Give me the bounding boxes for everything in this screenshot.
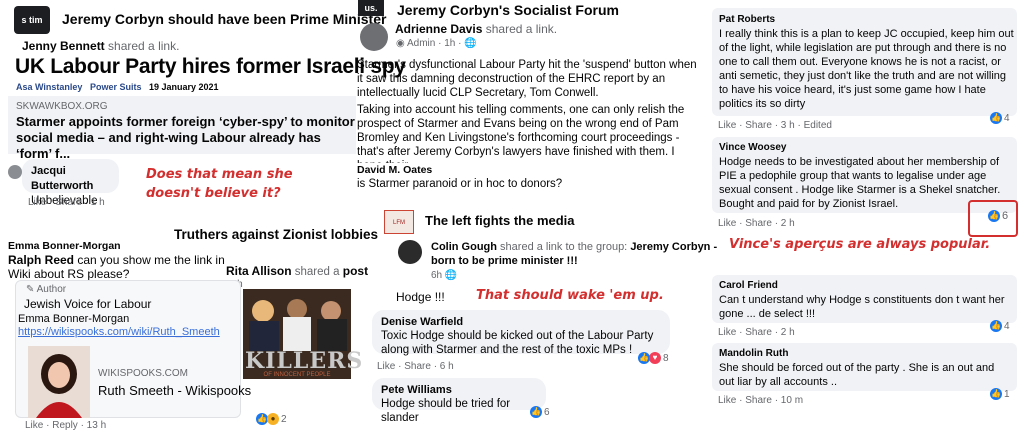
- reaction-count[interactable]: 👍 1: [990, 388, 1010, 400]
- annotation: Vince's aperçus are always popular.: [729, 237, 991, 252]
- jvl-title[interactable]: Jewish Voice for Labour: [24, 297, 151, 311]
- comment-actions[interactable]: Like · Share · 2 h: [718, 218, 795, 229]
- group-title-2[interactable]: The left fights the media: [425, 213, 575, 228]
- comment-content: Mandolin Ruth She should be forced out o…: [719, 347, 1011, 389]
- pin-icon: ✎: [26, 284, 35, 295]
- globe-icon: 🌐: [464, 38, 477, 49]
- colin-action: shared a link to the group:: [500, 241, 628, 253]
- byline-date: 19 January 2021: [149, 82, 219, 92]
- group-logo[interactable]: us.: [358, 0, 384, 16]
- comment-actions[interactable]: Like · Share · 1 h: [28, 197, 105, 208]
- link-title[interactable]: Starmer appoints former foreign ‘cyber-s…: [16, 114, 356, 162]
- comment-text: is Starmer paranoid or in hoc to donors?: [357, 178, 563, 190]
- portrait-image: [36, 354, 82, 418]
- emma-name[interactable]: Emma Bonner-Morgan: [18, 313, 129, 325]
- share-line: Jenny Bennett shared a link.: [22, 39, 179, 53]
- comment-content: Carol Friend Can t understand why Hodge …: [719, 279, 1011, 321]
- comment-content: Vince Woosey Hodge needs to be investiga…: [719, 141, 1011, 211]
- wiki-thumbnail[interactable]: [28, 346, 90, 418]
- sharer-action: shared a link.: [108, 39, 180, 53]
- comment-bubble: Pete Williams Hodge should be tried for …: [372, 378, 546, 424]
- avatar[interactable]: [8, 165, 22, 179]
- author-label: ✎ Author: [26, 284, 67, 295]
- like-icon: 👍: [990, 388, 1002, 400]
- comment-actions[interactable]: Like · Share · 2 h: [718, 327, 795, 338]
- wiki-title[interactable]: Ruth Smeeth - Wikispooks: [98, 383, 251, 398]
- heart-icon: ♥: [649, 352, 661, 364]
- comment-author[interactable]: Mandolin Ruth: [719, 347, 1011, 361]
- reply-mention[interactable]: Ralph Reed: [8, 253, 74, 267]
- comment-bubble: Denise Warfield Toxic Hodge should be ki…: [372, 310, 670, 356]
- post-paragraph: Taking into account his telling comments…: [357, 104, 685, 163]
- group2-logo[interactable]: LFM: [384, 210, 414, 234]
- comment-author[interactable]: Pete Williams: [381, 383, 537, 397]
- reaction-count[interactable]: 👍 6: [530, 406, 550, 418]
- avatar[interactable]: [398, 240, 422, 264]
- link-domain: SKWAWKBOX.ORG: [16, 101, 108, 112]
- article-headline[interactable]: UK Labour Party hires former Israeli spy: [15, 55, 406, 79]
- comment-content: Pat Roberts I really think this is a pla…: [719, 13, 1014, 111]
- comment-overlay: David M. Oates is Starmer paranoid or in…: [357, 163, 702, 191]
- byline-author[interactable]: Asa Winstanley: [16, 82, 82, 92]
- colin-name[interactable]: Colin Gough: [431, 241, 497, 253]
- like-icon: 👍: [990, 320, 1002, 332]
- comment-author[interactable]: Emma Bonner-Morgan: [8, 239, 248, 253]
- comment-author[interactable]: Jacqui Butterworth: [31, 164, 110, 194]
- comment-author[interactable]: Denise Warfield: [381, 315, 661, 329]
- sharer-name[interactable]: Adrienne Davis: [395, 22, 482, 36]
- byline-section[interactable]: Power Suits: [90, 82, 142, 92]
- comment-text: Toxic Hodge should be kicked out of the …: [381, 330, 654, 356]
- like-icon: 👍: [988, 210, 1000, 222]
- post-text: Hodge !!!: [396, 290, 445, 304]
- shield-icon: ◉: [396, 38, 405, 49]
- group-title[interactable]: Jeremy Corbyn should have been Prime Min…: [62, 11, 386, 27]
- reply-comment: Emma Bonner-Morgan Ralph Reed can you sh…: [8, 239, 248, 281]
- comment-text: Hodge needs to be investigated about her…: [719, 156, 1001, 210]
- rita-share-line: Rita Allison shared a post: [226, 264, 368, 278]
- comment-actions[interactable]: Like · Share · 3 h · Edited: [718, 120, 832, 131]
- comment-author[interactable]: Carol Friend: [719, 279, 1011, 293]
- comment-text: She should be forced out of the party . …: [719, 362, 995, 388]
- reaction-count[interactable]: 👍 6: [988, 210, 1008, 222]
- like-icon: 👍: [530, 406, 542, 418]
- sharer-action: shared a link.: [485, 22, 558, 36]
- globe-icon: 🌐: [444, 270, 458, 281]
- comment-author[interactable]: David M. Oates: [357, 163, 702, 177]
- reaction-count[interactable]: 👍 4: [990, 320, 1010, 332]
- rita-name[interactable]: Rita Allison: [226, 264, 292, 278]
- comment-text: Can t understand why Hodge s constituent…: [719, 294, 1005, 320]
- comment-author[interactable]: Vince Woosey: [719, 141, 1011, 155]
- reaction-count[interactable]: 👍 ♥ 8: [638, 352, 669, 364]
- comment-text: I really think this is a plan to keep JC…: [719, 28, 1014, 110]
- comment-bubble: Jacqui Butterworth Unbelievable: [22, 159, 119, 207]
- wiki-link[interactable]: https://wikispooks.com/wiki/Ruth_Smeeth: [18, 326, 220, 338]
- poster-text: KILLERS: [245, 348, 364, 374]
- post-paragraph: Starmer's dysfunctional Labour Party hit…: [357, 59, 697, 99]
- poster-subtext: OF INNOCENT PEOPLE: [263, 372, 331, 378]
- rita-post[interactable]: post: [343, 264, 368, 278]
- reaction-count[interactable]: 👍 4: [990, 112, 1010, 124]
- colin-time[interactable]: 6h 🌐: [431, 270, 457, 281]
- post-meta: ◉ Admin · 1h · 🌐: [396, 38, 477, 49]
- annotation: That should wake 'em up.: [476, 288, 664, 303]
- comment-text: Hodge should be tried for slander: [381, 398, 511, 424]
- like-icon: 👍: [990, 112, 1002, 124]
- colin-share-line: Colin Gough shared a link to the group: …: [431, 240, 721, 268]
- comment-actions[interactable]: Like · Share · 10 m: [718, 395, 803, 406]
- wiki-domain: WIKISPOOKS.COM: [98, 368, 189, 379]
- avatar[interactable]: [360, 23, 388, 51]
- wow-icon: ●: [267, 413, 279, 425]
- article-byline: Asa Winstanley Power Suits 19 January 20…: [16, 82, 219, 92]
- group-title[interactable]: Jeremy Corbyn's Socialist Forum: [397, 2, 619, 18]
- rita-action: shared a: [294, 266, 340, 278]
- comment-author[interactable]: Pat Roberts: [719, 13, 1014, 27]
- share-line: Adrienne Davis shared a link.: [395, 22, 557, 36]
- sharer-name[interactable]: Jenny Bennett: [22, 39, 105, 53]
- reaction-count[interactable]: 👍 ● 2: [256, 413, 287, 425]
- comment-actions[interactable]: Like · Share · 6 h: [377, 361, 454, 372]
- group-logo[interactable]: s tim: [14, 6, 50, 34]
- comment-actions[interactable]: Like · Reply · 13 h: [25, 420, 106, 431]
- annotation: Does that mean she doesn't believe it?: [146, 167, 293, 201]
